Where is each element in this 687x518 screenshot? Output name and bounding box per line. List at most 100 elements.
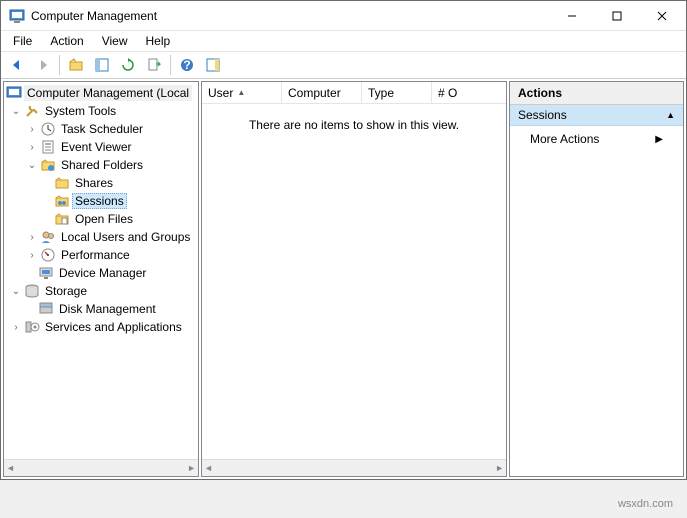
export-button[interactable]: [142, 53, 166, 77]
help-button[interactable]: ?: [175, 53, 199, 77]
sort-asc-icon: ▲: [237, 88, 245, 97]
clock-icon: [40, 121, 56, 137]
actions-section[interactable]: Sessions ▲: [510, 105, 683, 126]
menubar: File Action View Help: [1, 31, 686, 51]
col-label: Computer: [288, 86, 341, 100]
list-body: There are no items to show in this view.: [202, 104, 506, 459]
tools-icon: [24, 103, 40, 119]
tree-shares[interactable]: Shares: [4, 174, 198, 192]
tree-label: Performance: [58, 247, 133, 263]
shares-icon: [54, 175, 70, 191]
col-label: User: [208, 86, 233, 100]
expand-icon[interactable]: ›: [26, 232, 38, 243]
list-pane: User ▲ Computer Type # O There are no ite…: [201, 81, 507, 477]
col-type[interactable]: Type: [362, 82, 432, 103]
tree-shared-folders[interactable]: ⌄ Shared Folders: [4, 156, 198, 174]
tree-task-scheduler[interactable]: › Task Scheduler: [4, 120, 198, 138]
actions-section-label: Sessions: [518, 108, 567, 122]
tree-system-tools[interactable]: ⌄ System Tools: [4, 102, 198, 120]
tree-list: Computer Management (Local ⌄ System Tool…: [4, 82, 198, 459]
list-header: User ▲ Computer Type # O: [202, 82, 506, 104]
col-computer[interactable]: Computer: [282, 82, 362, 103]
show-hide-tree-button[interactable]: [90, 53, 114, 77]
tree-local-users[interactable]: › Local Users and Groups: [4, 228, 198, 246]
refresh-button[interactable]: [116, 53, 140, 77]
tree-label: Sessions: [72, 193, 127, 209]
tree-pane: Computer Management (Local ⌄ System Tool…: [3, 81, 199, 477]
device-manager-icon: [38, 265, 54, 281]
back-button[interactable]: [5, 53, 29, 77]
body: Computer Management (Local ⌄ System Tool…: [1, 79, 686, 479]
services-icon: [24, 319, 40, 335]
tree-open-files[interactable]: Open Files: [4, 210, 198, 228]
collapse-icon: ▲: [666, 110, 675, 120]
tree-label: Services and Applications: [42, 319, 185, 335]
list-scrollbar[interactable]: ◄►: [202, 459, 506, 476]
minimize-button[interactable]: [549, 1, 594, 30]
menu-action[interactable]: Action: [42, 32, 91, 50]
tree-label: Computer Management (Local: [24, 85, 192, 101]
maximize-button[interactable]: [594, 1, 639, 30]
more-actions[interactable]: More Actions ▶: [510, 126, 683, 152]
tree-label: Event Viewer: [58, 139, 134, 155]
more-actions-label: More Actions: [530, 132, 599, 146]
tree-services-apps[interactable]: › Services and Applications: [4, 318, 198, 336]
tree-sessions[interactable]: Sessions: [4, 192, 198, 210]
storage-icon: [24, 283, 40, 299]
window: Computer Management File Action View Hel…: [0, 0, 687, 480]
tree-label: Task Scheduler: [58, 121, 146, 137]
app-icon: [9, 8, 25, 24]
tree-label: Storage: [42, 283, 90, 299]
empty-message: There are no items to show in this view.: [249, 118, 459, 132]
tree-label: System Tools: [42, 103, 119, 119]
separator: [59, 55, 60, 75]
event-viewer-icon: [40, 139, 56, 155]
forward-button[interactable]: [31, 53, 55, 77]
tree-storage[interactable]: ⌄ Storage: [4, 282, 198, 300]
titlebar[interactable]: Computer Management: [1, 1, 686, 31]
tree-label: Shares: [72, 175, 116, 191]
performance-icon: [40, 247, 56, 263]
menu-help[interactable]: Help: [138, 32, 179, 50]
menu-view[interactable]: View: [94, 32, 136, 50]
col-label: # O: [438, 86, 457, 100]
collapse-icon[interactable]: ⌄: [26, 160, 38, 171]
collapse-icon[interactable]: ⌄: [10, 286, 22, 297]
expand-icon[interactable]: ›: [26, 142, 38, 153]
submenu-icon: ▶: [655, 134, 663, 145]
tree-scrollbar[interactable]: ◄►: [4, 459, 198, 476]
sessions-icon: [54, 193, 70, 209]
tree-device-manager[interactable]: Device Manager: [4, 264, 198, 282]
tree-event-viewer[interactable]: › Event Viewer: [4, 138, 198, 156]
up-button[interactable]: [64, 53, 88, 77]
tree-performance[interactable]: › Performance: [4, 246, 198, 264]
expand-icon[interactable]: ›: [26, 250, 38, 261]
separator: [170, 55, 171, 75]
tree-label: Open Files: [72, 211, 136, 227]
show-hide-action-button[interactable]: [201, 53, 225, 77]
tree-label: Device Manager: [56, 265, 149, 281]
svg-text:?: ?: [183, 58, 190, 72]
tree-disk-management[interactable]: Disk Management: [4, 300, 198, 318]
window-title: Computer Management: [31, 9, 549, 23]
expand-icon[interactable]: ›: [26, 124, 38, 135]
col-user[interactable]: User ▲: [202, 82, 282, 103]
col-open[interactable]: # O: [432, 82, 506, 103]
users-icon: [40, 229, 56, 245]
computer-management-icon: [6, 85, 22, 101]
disk-management-icon: [38, 301, 54, 317]
tree-label: Shared Folders: [58, 157, 146, 173]
shared-folder-icon: [40, 157, 56, 173]
menu-file[interactable]: File: [5, 32, 40, 50]
watermark: wsxdn.com: [618, 498, 673, 510]
tree-label: Disk Management: [56, 301, 159, 317]
col-label: Type: [368, 86, 394, 100]
actions-pane: Actions Sessions ▲ More Actions ▶: [509, 81, 684, 477]
tree-root[interactable]: Computer Management (Local: [4, 84, 198, 102]
open-files-icon: [54, 211, 70, 227]
expand-icon[interactable]: ›: [10, 322, 22, 333]
close-button[interactable]: [639, 1, 684, 30]
actions-header: Actions: [510, 82, 683, 105]
collapse-icon[interactable]: ⌄: [10, 106, 22, 117]
tree-label: Local Users and Groups: [58, 229, 193, 245]
